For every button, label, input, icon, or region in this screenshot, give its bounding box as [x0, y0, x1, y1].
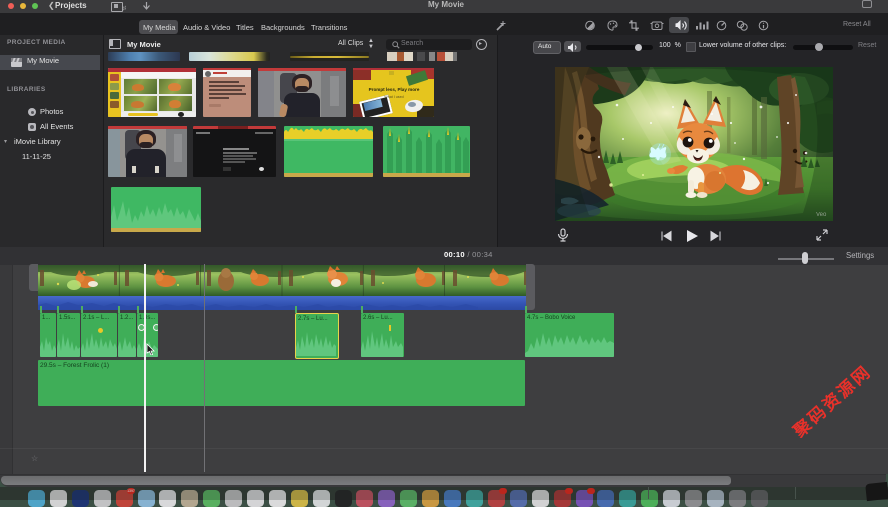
- svg-text:Veo: Veo: [816, 212, 827, 218]
